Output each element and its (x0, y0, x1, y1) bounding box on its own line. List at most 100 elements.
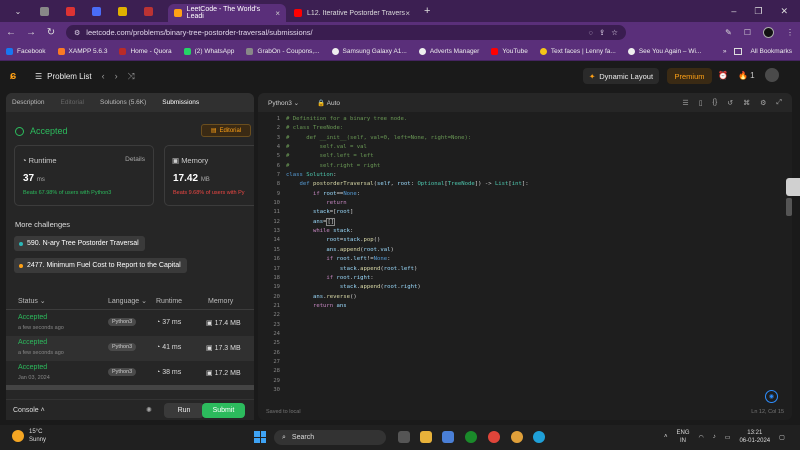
bookmark-textfaces[interactable]: Text faces | Lenny fa... (539, 48, 616, 55)
bookmark-samsung[interactable]: Samsung Galaxy A1... (331, 48, 407, 55)
bookmark-seeyouagain[interactable]: See You Again – Wi... (627, 48, 701, 55)
details-link[interactable]: Details (125, 156, 145, 163)
table-row[interactable]: Accepted a few seconds ago Python3 ◔ 37 … (6, 311, 254, 336)
pinned-tab[interactable] (84, 3, 108, 19)
code-area[interactable]: # Definition for a binary tree node. # c… (286, 115, 776, 311)
pinned-tab[interactable] (136, 3, 160, 19)
premium-button[interactable]: Premium (667, 68, 712, 84)
close-tab-icon[interactable]: × (275, 9, 280, 18)
minimize-icon[interactable]: – (731, 6, 736, 17)
leetcode-logo[interactable]: ɕ (10, 70, 21, 82)
weather-widget[interactable]: 15°C Sunny (12, 428, 46, 444)
next-problem-icon[interactable]: › (115, 71, 118, 81)
console-toggle[interactable]: Console ˄ (13, 407, 45, 414)
chat-icon[interactable]: ◉ (765, 390, 778, 403)
tab-solutions[interactable]: Solutions (5.6K) (100, 99, 146, 106)
tab-submissions[interactable]: Submissions (162, 99, 199, 106)
bookmark-xampp[interactable]: XAMPP 5.6.3 (57, 48, 107, 55)
profile-avatar[interactable] (763, 27, 774, 38)
dynamic-layout-button[interactable]: ✦ Dynamic Layout (583, 68, 659, 84)
page-scrollbar[interactable] (786, 198, 792, 216)
run-button[interactable]: Run (164, 403, 204, 418)
bookmark-icon[interactable]: ▯ (699, 99, 703, 107)
table-row[interactable]: Accepted Jan 03, 2024 Python3 ◔ 38 ms ▣ … (6, 361, 254, 386)
auto-toggle[interactable]: 🔒 Auto (317, 99, 340, 107)
tab-menu-icon[interactable]: ⌄ (6, 3, 30, 19)
chrome-menu-icon[interactable]: ⋮ (786, 28, 794, 37)
hide-icon[interactable]: ◌ (589, 28, 593, 37)
left-scrollbar[interactable] (6, 385, 254, 390)
table-row[interactable]: Accepted a few seconds ago Python3 ◔ 41 … (6, 336, 254, 361)
battery-icon[interactable]: ▭ (725, 434, 731, 441)
close-window-icon[interactable]: ✕ (780, 6, 788, 17)
bookmark-youtube[interactable]: YouTube (491, 48, 528, 55)
tab-editorial[interactable]: Editorial (61, 99, 84, 106)
code-icon[interactable]: ⌘ (743, 99, 750, 107)
language-column-header[interactable]: Language ⌄ (108, 297, 147, 305)
taskbar-search[interactable]: ⌕ Search (274, 430, 386, 445)
runtime-card[interactable]: ◔ Runtime Details 37 ms Beats 67.98% of … (14, 145, 154, 206)
problem-list-button[interactable]: ☰ Problem List (35, 72, 92, 81)
back-icon[interactable]: ← (6, 27, 16, 38)
challenge-chip[interactable]: 590. N-ary Tree Postorder Traversal (14, 236, 145, 251)
pinned-tab[interactable] (110, 3, 134, 19)
streak[interactable]: 🔥 1 (738, 71, 755, 80)
url-field[interactable]: ⚙ leetcode.com/problems/binary-tree-post… (66, 25, 626, 40)
notifications-icon[interactable]: ▢ (779, 434, 785, 441)
extensions-icon[interactable]: ✎ (725, 28, 732, 37)
shuffle-icon[interactable]: ⤨ (128, 71, 135, 82)
volume-icon[interactable]: ♪ (713, 434, 716, 440)
reset-icon[interactable]: ↺ (727, 99, 733, 107)
reading-list-icon[interactable]: ☐ (744, 28, 751, 37)
bookmark-grabon[interactable]: GrabOn - Coupons,... (246, 48, 320, 55)
clock[interactable]: 13:21 06-01-2024 (739, 429, 770, 445)
site-info-icon[interactable]: ⚙ (74, 29, 80, 37)
maximize-icon[interactable]: ❐ (754, 6, 762, 17)
forward-icon[interactable]: → (26, 27, 36, 38)
store-icon[interactable] (442, 431, 454, 443)
bookmark-star-icon[interactable]: ☆ (611, 28, 626, 37)
braces-icon[interactable]: {} (713, 99, 718, 107)
editorial-button[interactable]: ▤ Editorial (201, 124, 251, 137)
pinned-tab[interactable] (32, 3, 56, 19)
settings-icon[interactable]: ⚙ (760, 99, 766, 107)
fullscreen-icon[interactable]: ⤢ (776, 99, 782, 107)
bookmark-adverts[interactable]: Adverts Manager (418, 48, 479, 55)
language-indicator[interactable]: ENG IN (677, 429, 690, 445)
share-icon[interactable]: ⇪ (599, 28, 605, 37)
side-panel-toggle[interactable] (786, 178, 800, 196)
xbox-icon[interactable] (465, 431, 477, 443)
wifi-icon[interactable]: ◠ (699, 434, 704, 441)
files-icon[interactable] (420, 431, 432, 443)
file-explorer-icon[interactable] (398, 431, 410, 443)
address-bar-row: ← → ↻ ⚙ leetcode.com/problems/binary-tre… (0, 22, 800, 43)
user-avatar[interactable] (764, 68, 779, 82)
bookmark-quora[interactable]: Home - Quora (119, 48, 172, 55)
windows-start-icon[interactable] (254, 431, 266, 443)
status-column-header[interactable]: Status ⌄ (18, 297, 46, 305)
bookmark-facebook[interactable]: Facebook (6, 48, 46, 55)
tab-leetcode[interactable]: LeetCode - The World's Leadi × (168, 4, 286, 22)
close-tab-icon[interactable]: × (405, 9, 410, 18)
pinned-tab[interactable] (58, 3, 82, 19)
more-bookmarks-icon[interactable]: » (723, 48, 727, 55)
edge-icon[interactable] (533, 431, 545, 443)
prev-problem-icon[interactable]: ‹ (102, 71, 105, 81)
new-tab-icon[interactable]: + (424, 5, 430, 17)
reload-icon[interactable]: ↻ (46, 27, 56, 38)
chevron-up-icon[interactable]: ˄ (664, 434, 668, 440)
challenge-chip[interactable]: 2477. Minimum Fuel Cost to Report to the… (14, 258, 187, 273)
chrome-icon[interactable] (488, 431, 500, 443)
tab-youtube[interactable]: L12. Iterative Postorder Travers × (288, 4, 416, 22)
debug-icon[interactable]: ✺ (146, 406, 152, 414)
tab-description[interactable]: Description (12, 99, 45, 106)
notes-icon[interactable]: ☰ (682, 99, 688, 107)
chrome-active-icon[interactable] (511, 431, 523, 443)
timer-icon[interactable]: ⏰ (718, 71, 728, 80)
language-select[interactable]: Python3 ⌄ (268, 99, 299, 107)
code-line: if root.right: (326, 274, 374, 281)
submit-button[interactable]: Submit (202, 403, 245, 418)
memory-card[interactable]: ▣ Memory 17.42 MB Beats 9.68% of users w… (164, 145, 254, 206)
bookmark-whatsapp[interactable]: (2) WhatsApp (183, 48, 234, 55)
all-bookmarks[interactable]: All Bookmarks (750, 48, 792, 55)
